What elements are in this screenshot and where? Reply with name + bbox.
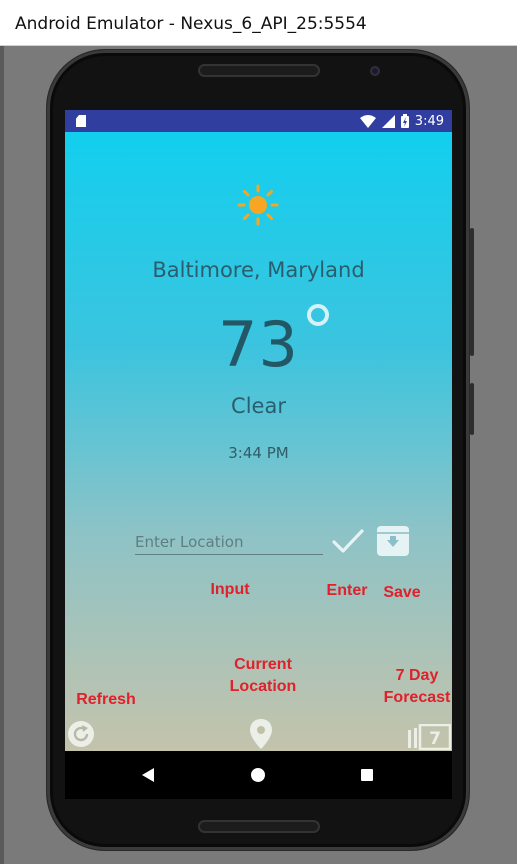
phone-screen: 3:49 Baltimore, Maryland 73 Clear 3:44 P… <box>65 110 452 799</box>
refresh-annotation: Refresh <box>76 691 136 708</box>
status-bar: 3:49 <box>65 110 452 132</box>
seven-day-forecast-annotation: 7 Day Forecast <box>383 667 451 706</box>
home-icon[interactable] <box>251 768 265 782</box>
sun-icon <box>237 184 279 226</box>
volume-button[interactable] <box>470 383 474 435</box>
city-name: Baltimore, Maryland <box>152 258 365 282</box>
status-time: 3:49 <box>414 113 444 129</box>
window-edge <box>0 46 4 864</box>
front-camera <box>370 66 380 76</box>
calendar-7-icon: 7 <box>408 723 452 751</box>
sim-card-icon <box>76 115 86 127</box>
cell-signal-icon <box>381 114 395 128</box>
wifi-icon <box>359 114 376 128</box>
input-annotation: Input <box>210 581 250 598</box>
navigation-bar <box>65 751 452 799</box>
refresh-icon[interactable] <box>67 720 95 748</box>
weather-condition: Clear <box>231 394 286 418</box>
power-button[interactable] <box>470 228 474 356</box>
update-time: 3:44 PM <box>228 444 289 462</box>
location-pin-icon[interactable] <box>248 718 274 750</box>
seven-day-forecast-button[interactable]: 7 <box>407 723 452 751</box>
emulator-title-bar: Android Emulator - Nexus_6_API_25:5554 <box>0 0 517 46</box>
temperature-value: 73 <box>218 308 299 381</box>
back-icon[interactable] <box>142 768 154 782</box>
archive-icon[interactable] <box>373 524 413 558</box>
status-icons: 3:49 <box>359 110 444 132</box>
save-annotation: Save <box>383 584 421 601</box>
degree-symbol <box>307 304 329 326</box>
location-input[interactable] <box>135 530 323 555</box>
top-speaker <box>198 64 320 77</box>
forecast-icon-number: 7 <box>429 729 441 749</box>
checkmark-icon[interactable] <box>331 524 365 558</box>
enter-annotation: Enter <box>326 582 368 599</box>
bottom-speaker <box>198 820 320 833</box>
current-location-annotation: Current Location <box>229 656 297 695</box>
battery-charging-icon <box>400 114 409 128</box>
weather-app: Baltimore, Maryland 73 Clear 3:44 PM Inp… <box>65 132 452 751</box>
recent-apps-icon[interactable] <box>361 769 373 781</box>
window-title: Android Emulator - Nexus_6_API_25:5554 <box>15 14 367 34</box>
